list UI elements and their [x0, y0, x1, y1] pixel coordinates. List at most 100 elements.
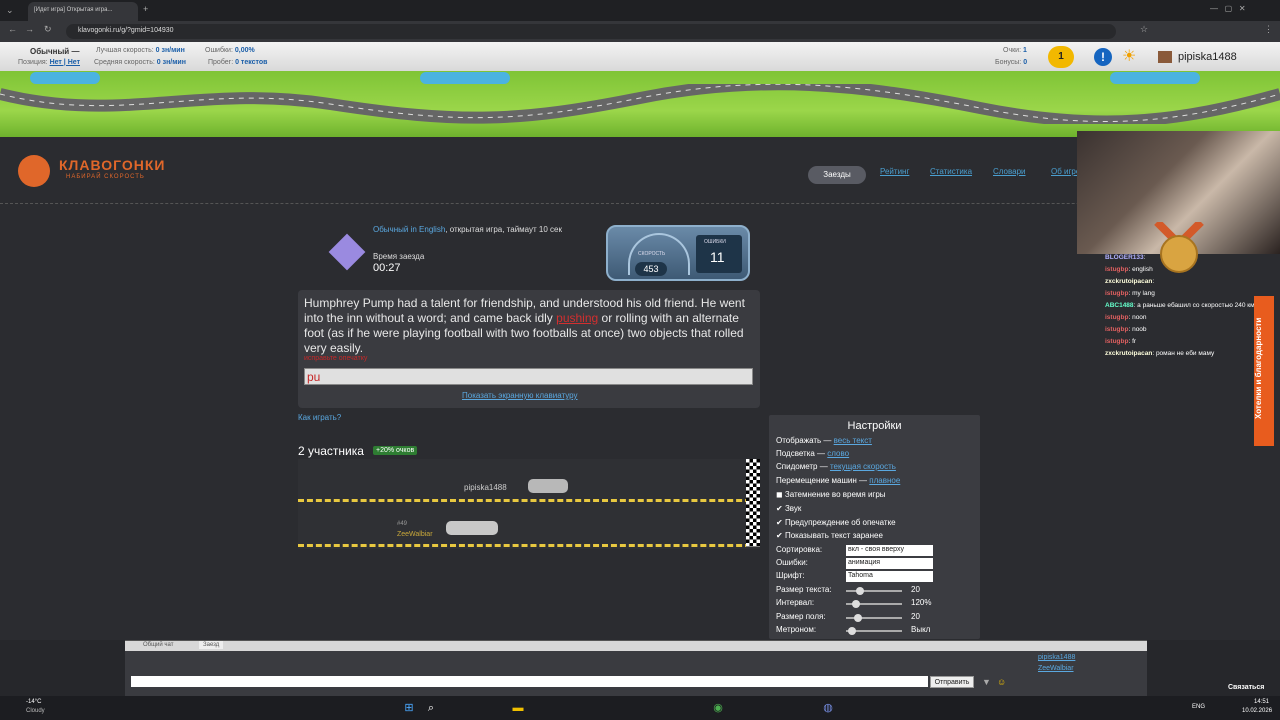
discord-icon[interactable]: ◍: [820, 700, 836, 716]
bonus-badge: +20% очков: [373, 446, 418, 455]
how-to-play-link[interactable]: Как играть?: [298, 413, 341, 422]
window-controls[interactable]: — ▢ ✕: [1210, 4, 1246, 13]
weather-desc: Cloudy: [26, 708, 45, 714]
car-pipiska1488: [528, 479, 568, 493]
settings-panel: Настройки Отображать — весь текст Подсве…: [769, 415, 980, 639]
points-value: 1: [1022, 47, 1027, 54]
interval-slider[interactable]: [846, 600, 902, 608]
setting-cars-link[interactable]: плавное: [869, 476, 900, 485]
tab-menu-icon[interactable]: ⌄: [6, 5, 14, 16]
nav-item-rating[interactable]: Рейтинг: [880, 167, 909, 176]
tab-general-chat[interactable]: Общий чат: [139, 641, 178, 649]
browser-tab[interactable]: [Идет игра] Открытая игра...: [28, 2, 138, 21]
race-track: pipiska1488 #49 ZeeWalbiar: [298, 459, 760, 549]
checkbox[interactable]: ◼: [776, 490, 783, 499]
username[interactable]: pipiska1488: [1178, 51, 1237, 63]
metronome-slider[interactable]: [846, 627, 902, 635]
chat-input[interactable]: [131, 676, 928, 687]
game-mode-link[interactable]: Обычный in English: [373, 225, 445, 234]
send-button[interactable]: Отправить: [930, 676, 974, 688]
show-keyboard-link[interactable]: Показать экранную клавиатуру: [462, 391, 578, 400]
site-top-bar: Обычный — Позиция: Нет | Нет Лучшая скор…: [0, 42, 1280, 71]
best-speed-value: 0 зн/мин: [155, 47, 185, 54]
avg-speed-label: Средняя скорость:: [94, 59, 155, 66]
setting-speedometer-link[interactable]: текущая скорость: [830, 462, 896, 471]
browser-menu-icon[interactable]: ⋮: [1264, 24, 1273, 35]
checkbox[interactable]: ✔: [776, 518, 783, 527]
setting-display-link[interactable]: весь текст: [834, 436, 872, 445]
forward-icon[interactable]: →: [25, 24, 34, 34]
chat-user[interactable]: ZeeWalbiar: [1038, 665, 1074, 672]
points-label: Очки:: [1003, 47, 1022, 54]
banner-road: [0, 84, 1280, 124]
text-size-label: Размер текста:: [776, 585, 832, 594]
text-size-value: 20: [911, 585, 920, 594]
mileage-value: 0 текстов: [235, 59, 268, 66]
avatar[interactable]: [1158, 51, 1172, 63]
nav-item-dictionaries[interactable]: Словари: [993, 167, 1026, 176]
logo-subtitle: НАБИРАЙ СКОРОСТЬ: [66, 174, 145, 180]
font-select[interactable]: Tahoma: [846, 571, 933, 582]
error-label: исправьте опечатку: [304, 355, 368, 362]
finish-flag: [746, 459, 760, 547]
sort-select[interactable]: вкл - своя вверху: [846, 545, 933, 556]
checkbox-label: Звук: [784, 504, 802, 513]
position-label: Позиция:: [18, 59, 48, 66]
nav-item-about[interactable]: Об игре: [1051, 167, 1080, 176]
text-error-word: pushing: [556, 311, 599, 325]
back-icon[interactable]: ←: [8, 24, 17, 34]
new-tab-icon[interactable]: +: [143, 4, 148, 14]
search-icon[interactable]: ⌕: [423, 700, 439, 716]
race-time-label: Время заезда: [373, 252, 425, 261]
setting-label: Спидометр —: [776, 462, 828, 471]
avg-speed-value: 0 зн/мин: [156, 59, 186, 66]
logo-title: КЛАВОГОНКИ: [59, 157, 166, 173]
car-zeewalbiar: [446, 521, 498, 535]
typing-input[interactable]: [304, 368, 753, 385]
nav-item-races[interactable]: Заезды: [808, 166, 866, 184]
errors-select[interactable]: анимация: [846, 558, 933, 569]
position-link[interactable]: Нет | Нет: [50, 59, 80, 66]
chat-tabs: Общий чат Заезд: [125, 641, 1147, 651]
bonus-value: 0: [1023, 59, 1028, 66]
mileage-label: Пробег:: [208, 59, 234, 66]
clock-time[interactable]: 14:51: [1254, 699, 1269, 705]
lang-indicator[interactable]: ENG: [1192, 704, 1205, 710]
checkbox-label: Предупреждение об опечатке: [784, 518, 896, 527]
bookmark-star-icon[interactable]: ☆: [1140, 24, 1148, 35]
settings-title: Настройки: [847, 420, 902, 432]
setting-highlight-link[interactable]: слово: [827, 449, 849, 458]
speedometer: СКОРОСТЬ 453 ОШИБКИ 11: [606, 225, 750, 281]
checkbox[interactable]: ✔: [776, 504, 783, 513]
chrome-icon[interactable]: ◉: [710, 700, 726, 716]
reload-icon[interactable]: ↻: [44, 24, 52, 35]
field-size-slider[interactable]: [846, 614, 902, 622]
url-field[interactable]: klavogonki.ru/g/?gmid=104930: [66, 24, 1116, 39]
clock-date[interactable]: 10.02.2026: [1242, 708, 1272, 714]
level-badge[interactable]: 1: [1048, 46, 1074, 68]
alert-icon[interactable]: !: [1094, 48, 1112, 66]
checkbox[interactable]: ✔: [776, 531, 783, 540]
browser-tab-strip: [0, 0, 1280, 21]
folder-icon[interactable]: ▬: [510, 700, 526, 716]
text-size-slider[interactable]: [846, 587, 902, 595]
smiley-icon[interactable]: ☺: [997, 677, 1006, 687]
filter-icon[interactable]: ▼: [982, 677, 991, 687]
participants-count: 2 участника: [298, 444, 364, 458]
chat-user[interactable]: pipiska1488: [1038, 654, 1075, 661]
errors-setting-label: Ошибки:: [776, 558, 808, 567]
lane-divider: [298, 499, 760, 502]
game-desc: , открытая игра, таймаут 10 сек: [445, 225, 562, 234]
contact-link[interactable]: Связаться: [1228, 684, 1264, 691]
checkbox-label: Показывать текст заранее: [784, 531, 883, 540]
sun-icon[interactable]: ☀: [1122, 46, 1136, 66]
tab-race-chat[interactable]: Заезд: [199, 641, 224, 649]
pool-decoration: [30, 72, 100, 84]
weather-temp: -14°C: [26, 699, 42, 705]
wishes-side-tab[interactable]: Хотелки и благодарности: [1254, 296, 1274, 446]
speed-value: 453: [635, 262, 667, 276]
start-icon[interactable]: ⊞: [401, 700, 417, 716]
interval-label: Интервал:: [776, 598, 815, 607]
field-size-label: Размер поля:: [776, 612, 826, 621]
nav-item-stats[interactable]: Статистика: [930, 167, 972, 176]
